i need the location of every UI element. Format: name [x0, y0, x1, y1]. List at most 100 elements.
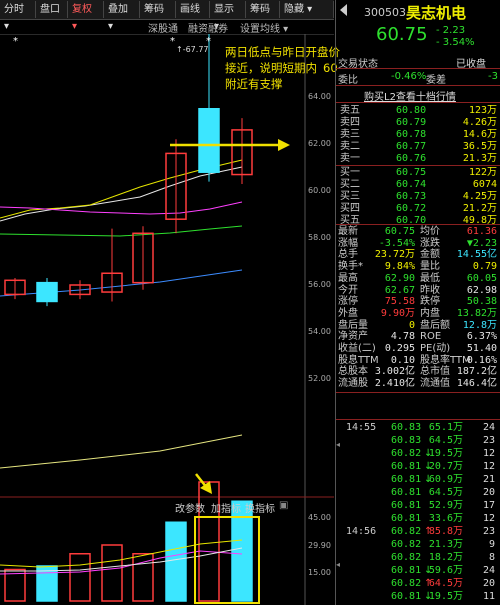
annotation-line-2-text: 接近，说明短期内: [225, 61, 317, 75]
stat-value: 50.38: [466, 296, 497, 308]
stat-label: 总手: [338, 249, 358, 261]
indicator-bar: [165, 521, 187, 602]
level-price: 60.79: [396, 117, 427, 128]
indicator-button-2[interactable]: 换指标: [245, 500, 275, 515]
stat-label: 总股本: [338, 366, 368, 378]
stat-label: 今开: [338, 284, 358, 296]
price-change: - 2.23: [436, 25, 466, 36]
tick-count: 21: [482, 474, 495, 485]
indicator-axis-label: 29.90: [308, 541, 331, 550]
stat-label: 最新: [338, 226, 358, 237]
stat-label: 股息TTM: [338, 354, 379, 366]
candle-body: [198, 108, 220, 173]
toolbar-tab-3[interactable]: 叠加 ▾: [104, 1, 140, 32]
stat-value: 51.40: [466, 343, 497, 354]
l2-purchase-link[interactable]: 购买L2查看十档行情: [364, 88, 456, 103]
level-volume: 4.26万: [462, 117, 497, 128]
star-marker-1: *: [13, 36, 18, 47]
quote-stat-row: 涨幅 -3.54% 涨跌 ▼2.23: [336, 238, 500, 250]
weicha-label: 委差: [426, 75, 446, 86]
toolbar-tab-1[interactable]: 盘口: [36, 1, 68, 18]
tick-row: 14:55 60.83 65.1万 24: [336, 422, 500, 434]
stat-label: 最高: [338, 272, 358, 284]
tick-row: 60.82 18.2万 8: [336, 552, 500, 564]
tick-row: 60.81 ↓ 59.6万 24: [336, 565, 500, 577]
tick-price: 60.82: [391, 448, 422, 459]
level-label: 卖二: [340, 141, 360, 152]
tick-count: 17: [482, 500, 495, 511]
toolbar-tab-0[interactable]: 分时 ▾: [0, 1, 36, 32]
stat-label: 最低: [420, 272, 440, 284]
quote-stat-row: 最高 62.90 最低 60.05: [336, 273, 500, 285]
stat-value: 13.82万: [456, 307, 497, 319]
buy-level-row: 买一 60.75 122万: [336, 167, 500, 179]
stat-value: 12.8万: [462, 319, 497, 331]
stat-value: 187.2亿: [456, 366, 497, 378]
candle-body: [36, 281, 58, 303]
toolbar-tab-7[interactable]: 筹码: [246, 1, 280, 18]
stat-label: 流通股: [338, 378, 368, 390]
toolbar-tab-4[interactable]: 筹码: [140, 1, 176, 18]
toolbar-tab-8[interactable]: 隐藏 ▾: [280, 1, 334, 18]
indicator-bar: [101, 544, 123, 602]
quote-stat-row: 总股本 3.002亿 总市值 187.2亿: [336, 366, 500, 378]
ma30-line: [0, 225, 243, 237]
panel-scroll-up-icon[interactable]: ◂: [336, 440, 344, 450]
level-label: 买三: [340, 191, 360, 202]
tick-price: 60.83: [391, 435, 422, 446]
level-price: 60.76: [396, 153, 427, 164]
tick-time: 14:55: [346, 422, 377, 433]
level-volume: 14.6万: [462, 129, 497, 140]
tick-price: 60.82: [391, 539, 422, 550]
level-label: 卖五: [340, 105, 360, 116]
quote-panel: 300503 昊志机电 60.75 - 2.23 - 3.54% 交易状态 已收…: [335, 0, 500, 605]
toolbar-tab-6[interactable]: 显示 ▾: [210, 1, 246, 32]
stat-value: 62.90: [384, 272, 415, 284]
level-label: 买一: [340, 167, 360, 178]
subtab-2[interactable]: 设置均线 ▾: [240, 20, 288, 35]
level-label: 卖三: [340, 129, 360, 140]
stat-value: 9.90万: [380, 307, 415, 319]
tick-count: 23: [482, 526, 495, 537]
tick-count: 12: [482, 513, 495, 524]
indicator-settings-icon[interactable]: ▣: [279, 500, 288, 511]
stat-value: 62.67: [384, 284, 415, 296]
price-axis-label: 62.00: [308, 139, 331, 148]
stat-label: 跌停: [420, 296, 440, 308]
toolbar-tab-2[interactable]: 复权 ▾: [68, 1, 104, 32]
subtab-1[interactable]: 融资融券: [188, 20, 228, 35]
stat-value: 60.75: [384, 226, 415, 237]
stat-label: 净资产: [338, 331, 368, 343]
stat-label: 金额: [420, 249, 440, 261]
tick-price: 60.81: [391, 487, 422, 498]
stat-value: 61.36: [466, 226, 497, 237]
quote-stat-row: 股息TTM 0.10 股息率TTM 0.16%: [336, 355, 500, 367]
level-price: 60.72: [396, 203, 427, 214]
buy-level-row: 买二 60.74 6074: [336, 179, 500, 191]
tick-count: 20: [482, 578, 495, 589]
quote-stat-row: 总手 23.72万 金额 14.55亿: [336, 249, 500, 261]
menu-icon[interactable]: [340, 4, 347, 16]
stat-label: ROE: [420, 331, 442, 343]
stat-value: 146.4亿: [456, 378, 497, 390]
subtab-0[interactable]: 深股通: [148, 20, 178, 35]
tick-volume: 20.7万: [428, 461, 463, 472]
panel-scroll-down-icon[interactable]: ◂: [336, 560, 344, 570]
quote-stat-row: 流通股 2.410亿 流通值 146.4亿: [336, 378, 500, 390]
indicator-button-0[interactable]: 改参数: [175, 500, 205, 515]
level-label: 买四: [340, 203, 360, 214]
tick-volume: 65.1万: [428, 422, 463, 433]
tick-count: 24: [482, 422, 495, 433]
stat-label: 盘后额: [420, 319, 450, 331]
tick-count: 24: [482, 565, 495, 576]
toolbar-tab-5[interactable]: 画线: [176, 1, 210, 18]
level-price: 60.77: [396, 141, 427, 152]
tick-price: 60.81: [391, 513, 422, 524]
stat-label: 外盘: [338, 307, 358, 319]
tick-volume: 52.9万: [428, 500, 463, 511]
quote-stat-row: 收益(二) 0.295 PE(动) 51.40: [336, 343, 500, 355]
indicator-button-1[interactable]: 加指标: [211, 500, 241, 515]
level-label: 卖一: [340, 153, 360, 164]
sell-level-row: 卖五 60.80 123万: [336, 105, 500, 117]
level-volume: 122万: [468, 167, 497, 178]
